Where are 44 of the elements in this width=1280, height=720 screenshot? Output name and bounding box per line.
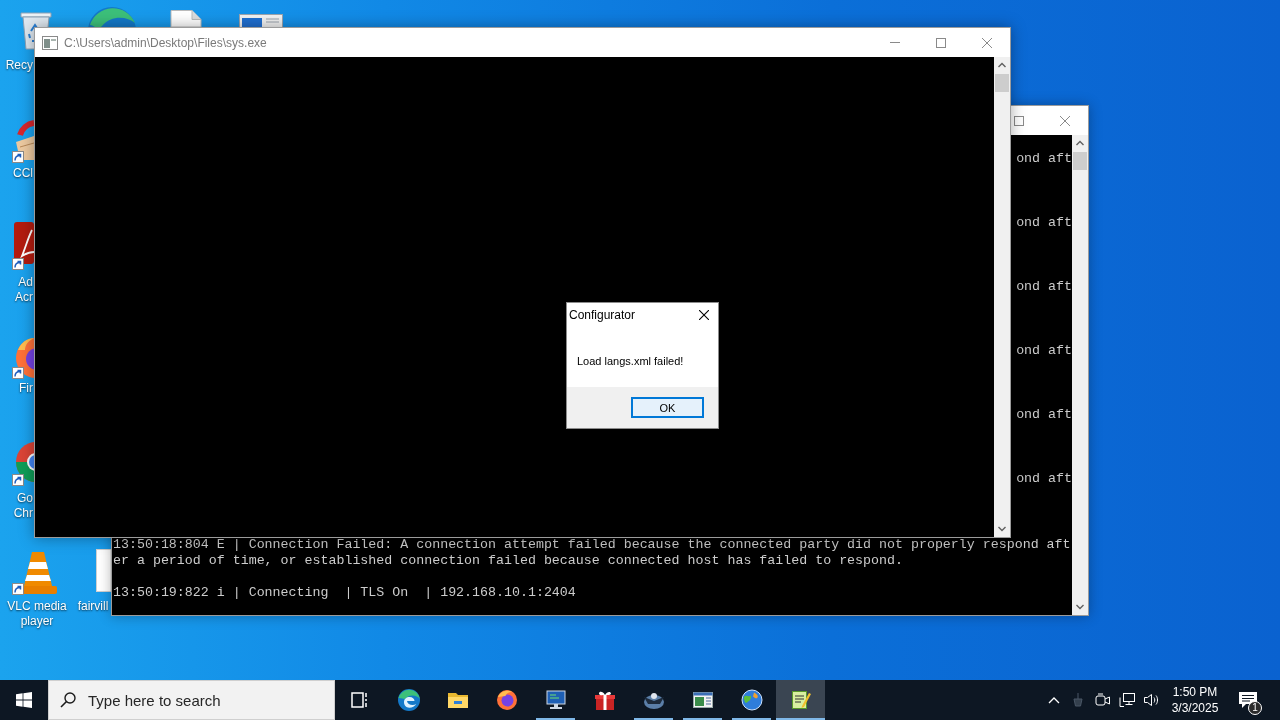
console-line: 13:50:18:804 E | Connection Failed: A connection attempt failed because the connected party did not properly respond aft: [113, 537, 1071, 552]
monitor-icon[interactable]: [543, 688, 568, 712]
search-field[interactable]: Type here to search: [48, 680, 335, 720]
file-icon[interactable]: [170, 10, 202, 27]
desktop-icon-label[interactable]: Fir: [19, 381, 33, 396]
console-line: 13:50:19:822 i | Connecting | TLS On | 192.168.10.1:2404: [113, 585, 576, 600]
windows-logo-icon[interactable]: [16, 692, 32, 708]
maximize-icon[interactable]: [936, 37, 946, 48]
console-text: ond aft: [1016, 343, 1072, 359]
search-icon: [60, 692, 76, 708]
camera-icon[interactable]: [1094, 692, 1111, 708]
globe-icon[interactable]: [739, 688, 764, 712]
console-app-icon: [42, 35, 58, 50]
browser-icon[interactable]: [494, 688, 519, 712]
console-text: ond aft: [1016, 471, 1072, 487]
desktop-icon-label[interactable]: VLC media player: [0, 599, 74, 629]
notification-count: 1: [1248, 701, 1262, 715]
scrollbar-thumb[interactable]: [1073, 152, 1087, 170]
taskbar-button[interactable]: [776, 680, 825, 720]
window-title: C:\Users\admin\Desktop\Files\sys.exe: [64, 35, 267, 50]
console-text: ond aft: [1016, 215, 1072, 231]
app-tile-icon[interactable]: [14, 222, 34, 264]
scrollbar[interactable]: [994, 57, 1010, 537]
clock-date[interactable]: 3/3/2025: [1171, 701, 1219, 715]
scrollbar-thumb[interactable]: [995, 74, 1009, 92]
ok-button[interactable]: OK: [631, 397, 704, 418]
desktop-icon-label[interactable]: fairvill: [77, 599, 109, 614]
desktop-icon-label[interactable]: Go Chr: [11, 491, 33, 521]
console-line: er a period of time, or established connection failed because connected host has failed to respond.: [113, 553, 903, 568]
clock-time[interactable]: 1:50 PM: [1172, 685, 1218, 699]
desktop-icon-label[interactable]: Ad Acr: [11, 275, 33, 305]
network-icon[interactable]: [1119, 692, 1135, 708]
desktop-icon-label[interactable]: Recy: [5, 58, 33, 73]
console-text: ond aft: [1016, 279, 1072, 295]
console-text: ond aft: [1016, 407, 1072, 423]
dialog-title: Configurator: [569, 308, 636, 322]
desktop-icon-label[interactable]: CCl: [13, 166, 33, 181]
close-icon[interactable]: [698, 310, 709, 320]
maximize-icon[interactable]: [1014, 115, 1024, 126]
scrollbar[interactable]: [1072, 135, 1088, 615]
dialog-message: Load langs.xml failed!: [577, 354, 684, 368]
browser-icon[interactable]: [396, 688, 421, 712]
console-text: ond aft: [1016, 151, 1072, 167]
speaker-icon[interactable]: [1143, 692, 1159, 708]
